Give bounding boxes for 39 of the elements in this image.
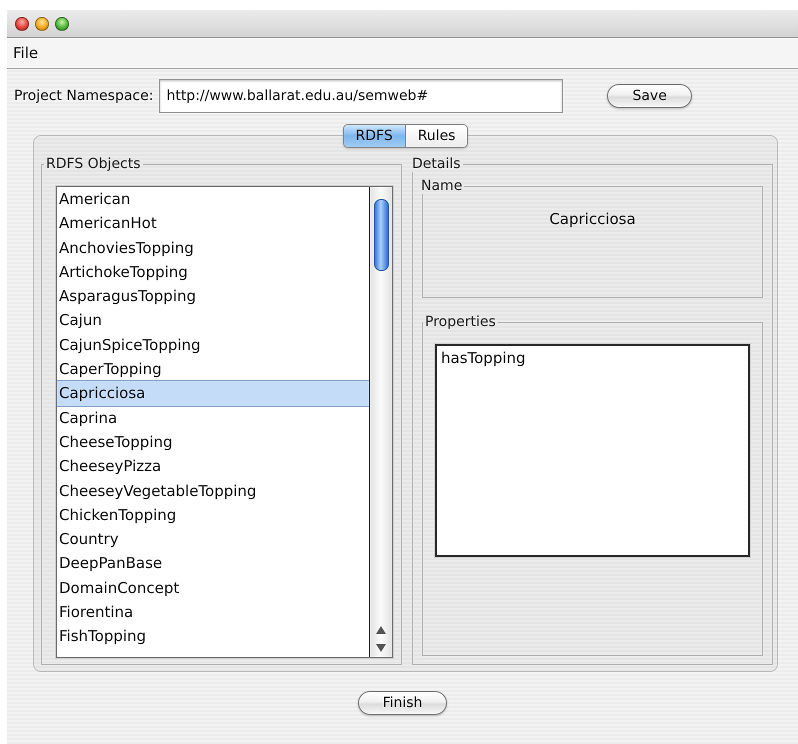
list-item[interactable]: ChickenTopping xyxy=(57,502,369,528)
list-item[interactable]: Country xyxy=(57,527,369,552)
namespace-field[interactable]: http://www.ballarat.edu.au/semweb# xyxy=(159,79,564,113)
close-button[interactable] xyxy=(15,16,29,30)
list-item[interactable]: AnchoviesTopping xyxy=(57,236,369,260)
minimize-button[interactable] xyxy=(35,16,49,30)
group-title: Details xyxy=(411,156,462,172)
list-item[interactable]: Cajun xyxy=(57,308,369,333)
list-item[interactable]: hasTopping xyxy=(437,346,748,370)
zoom-button[interactable] xyxy=(55,16,69,30)
list-item[interactable]: DeepPanBase xyxy=(57,551,369,576)
group-title: Name xyxy=(420,178,464,194)
tab[interactable]: RDFS xyxy=(344,125,405,147)
list-item[interactable]: Capricciosa xyxy=(57,381,369,406)
list-item[interactable]: FishTopping xyxy=(57,624,369,649)
scroll-thumb[interactable] xyxy=(374,199,388,271)
list-item[interactable]: American xyxy=(57,187,369,212)
list-item[interactable]: AmericanHot xyxy=(57,211,369,236)
list-item[interactable]: ArtichokeTopping xyxy=(57,260,369,284)
tab[interactable]: Rules xyxy=(404,125,468,147)
list-item[interactable]: Fiorentina xyxy=(57,600,369,624)
menu-item[interactable]: File xyxy=(13,42,38,64)
group-title: Properties xyxy=(424,314,497,330)
field-label: Project Namespace: xyxy=(14,88,154,104)
finish-button[interactable]: Finish xyxy=(358,691,448,715)
list-item[interactable]: AsparagusTopping xyxy=(57,284,369,308)
list-item[interactable]: CajunSpiceTopping xyxy=(57,332,369,358)
name-value: Capricciosa xyxy=(549,210,636,228)
up-arrow-icon[interactable] xyxy=(376,626,386,634)
list-item[interactable]: CheeseyVegetableTopping xyxy=(57,478,369,503)
group-title: RDFS Objects xyxy=(45,156,142,172)
scrollbar[interactable] xyxy=(370,187,392,657)
list-item[interactable]: CheeseyPizza xyxy=(57,454,369,479)
save-button[interactable]: Save xyxy=(607,84,692,108)
list-item[interactable]: CheeseTopping xyxy=(57,430,369,454)
down-arrow-icon[interactable] xyxy=(376,644,386,652)
list-item[interactable]: CaperTopping xyxy=(57,357,369,382)
list-item[interactable]: DomainConcept xyxy=(57,576,369,600)
list-item[interactable]: Caprina xyxy=(57,406,369,430)
